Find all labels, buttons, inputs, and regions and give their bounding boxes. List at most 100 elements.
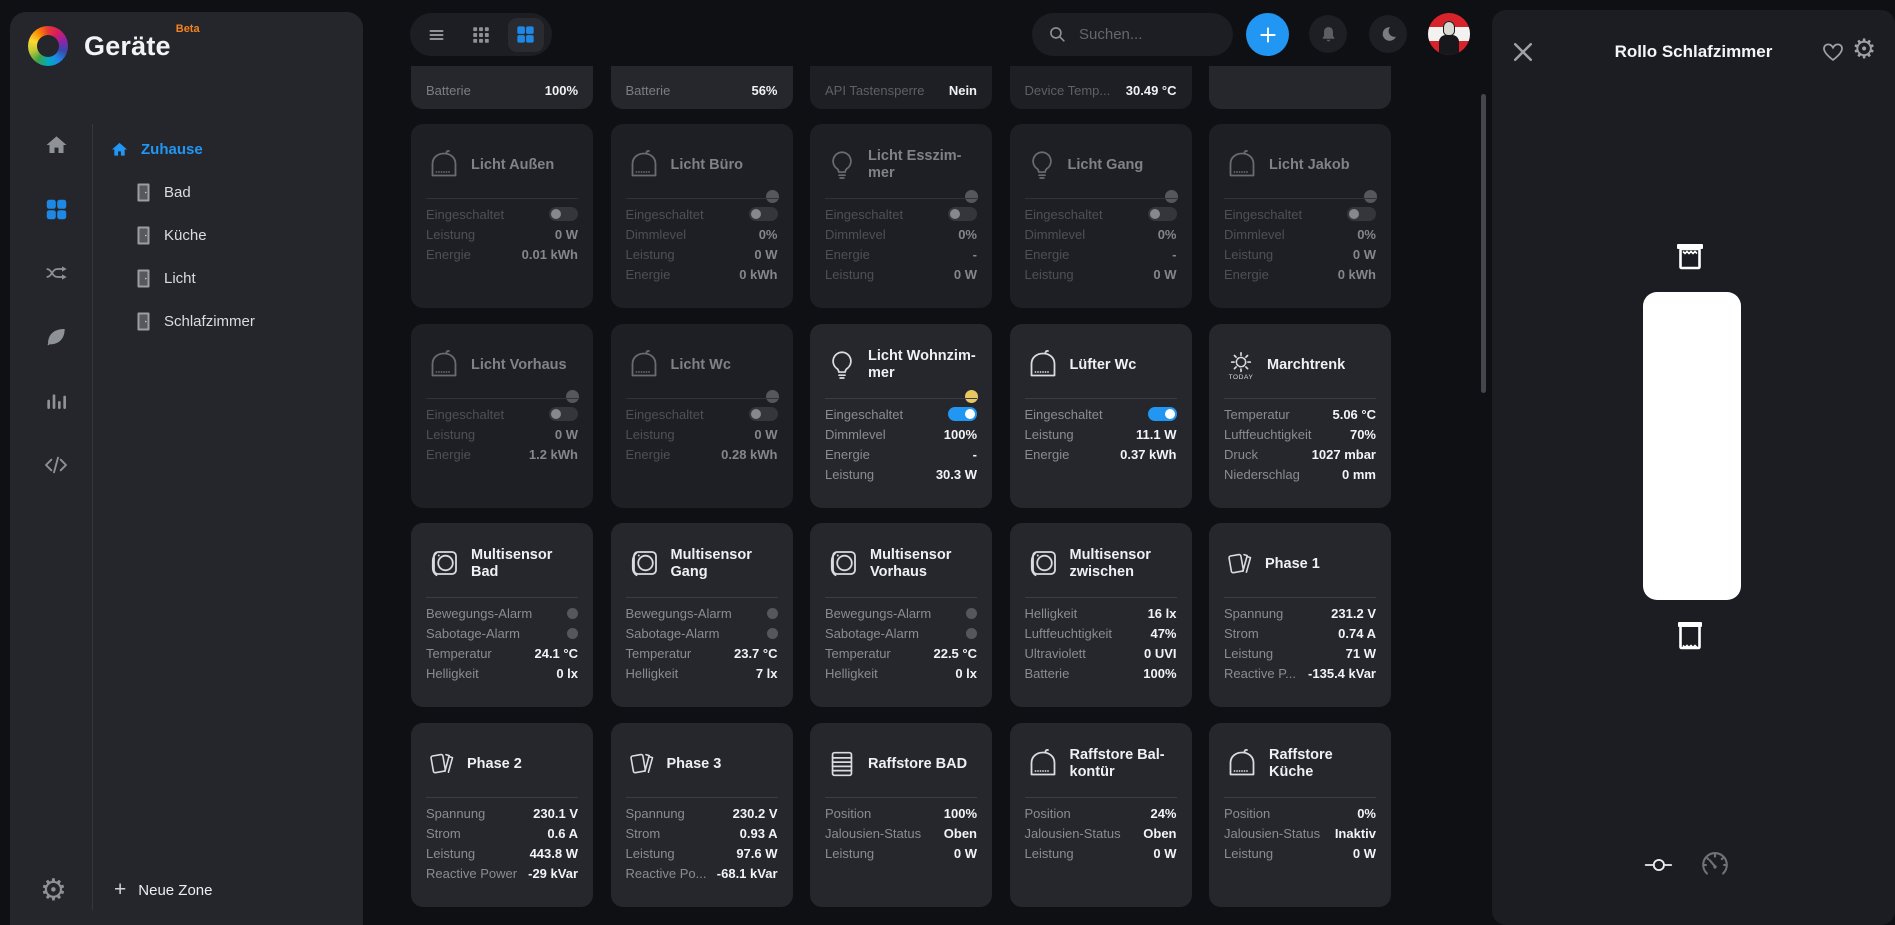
blind-closed-icon[interactable] [1675,620,1705,652]
nav-connections[interactable] [39,258,73,288]
device-title: Licht Gang [1067,156,1144,173]
device-card[interactable]: Licht Vorhaus Eingeschaltet Leistung 0 W En… [411,324,593,508]
row-label: Druck [1224,446,1258,462]
toggle-switch[interactable] [549,407,578,421]
row-label: Jalousien-Status [825,825,922,841]
device-status-dot [1164,190,1178,203]
device-card[interactable]: Raffstore Bal- kontür Position 24% Jalousi… [1009,723,1192,907]
zone-item-licht[interactable]: Licht [136,263,347,293]
toggle-switch[interactable] [549,207,578,221]
favorite-heart-icon[interactable] [1820,39,1846,65]
row-value: 100% [544,82,578,98]
card-divider [1224,398,1376,399]
shutter-position-slider[interactable] [1643,292,1741,600]
device-card[interactable]: Licht Wc Eingeschaltet Leistung 0 W Energie… [610,324,793,508]
sidebar-nav [34,130,78,480]
card-header: Phase 3 [626,737,780,791]
row-value: 0 W [1352,845,1376,861]
settings-gear-icon[interactable]: ⚙ [40,876,67,906]
card-row: Leistung 0 W [1224,244,1376,264]
toggle-switch[interactable] [1147,207,1177,221]
blind-open-icon[interactable] [1675,241,1705,273]
device-card[interactable]: Licht Gang Eingeschaltet Dimmlevel 0% Energ… [1009,124,1192,308]
card-header: Licht Büro [626,138,780,192]
row-label: Leistung [426,845,476,861]
row-label: Eingeschaltet [625,406,704,422]
card-divider [625,198,778,199]
nav-code[interactable] [39,450,73,480]
device-card[interactable]: Batterie 100% [411,66,593,109]
nav-statistics[interactable] [39,386,73,416]
card-row: Energie - [825,444,977,464]
toggle-switch[interactable] [748,207,778,221]
plus-icon: + [114,878,127,901]
device-card[interactable]: API Tastensperre Nein [810,66,992,109]
card-row: Eingeschaltet [825,404,977,424]
shelly-relay-icon [626,347,662,383]
zone-item-bad[interactable]: Bad [136,177,347,207]
weather-today-icon: TODAY [1224,350,1258,381]
device-card[interactable]: Phase 1 Spannung 231.2 V Strom 0.74 A Leistu… [1209,523,1391,707]
bulb-icon [825,347,859,383]
row-label: Batterie [1024,665,1070,681]
row-value: 230.1 V [533,805,578,821]
device-card[interactable]: Raffstore BAD Position 100% Jalousien-Stat… [810,723,992,907]
zone-item-kueche[interactable]: Küche [136,220,347,250]
device-card[interactable]: Batterie 56% [610,66,793,109]
row-value: Oben [943,825,977,841]
device-card[interactable]: Multisensor zwischen Helligkeit 16 lx Luft… [1009,523,1192,707]
device-card[interactable]: Licht Wohnzim- mer Eingeschaltet Dimmleve… [810,324,992,508]
card-header: Multisensor Gang [626,537,780,591]
row-label: Leistung [426,426,476,442]
card-row: Leistung 0 W [1025,843,1177,863]
device-card[interactable]: Licht Büro Eingeschaltet Dimmlevel 0% Leist… [610,124,793,308]
card-row: Energie - [825,244,977,264]
card-header: Licht Vorhaus [426,338,580,392]
row-label: Helligkeit [825,665,878,681]
device-card[interactable]: TODAY Marchtrenk Temperatur 5.06 °C Luftfe… [1209,324,1391,508]
device-card[interactable]: Licht Jakob Eingeschaltet Dimmlevel 0% Leis… [1209,124,1391,308]
toggle-switch[interactable] [948,407,977,421]
device-title: Phase 3 [666,755,722,772]
device-card[interactable] [1209,66,1391,109]
device-card[interactable]: Phase 2 Spannung 230.1 V Strom 0.6 A Leistun… [411,723,593,907]
nav-dashboard[interactable] [39,194,73,224]
nav-home[interactable] [39,130,73,160]
device-card[interactable]: Licht Außen Eingeschaltet Leistung 0 W Ener… [411,124,593,308]
toggle-switch[interactable] [1147,407,1177,421]
new-zone-button[interactable]: + Neue Zone [114,878,212,902]
card-rows: Eingeschaltet Leistung 11.1 W Energie 0.37 k… [1025,404,1177,464]
home-icon [111,142,128,156]
toggle-switch[interactable] [948,207,977,221]
settings-gear-icon[interactable]: ⚙ [1852,35,1876,65]
scrollbar-thumb[interactable] [1481,94,1486,393]
device-card[interactable]: Device Temp... 30.49 °C [1009,66,1192,109]
card-row: Batterie 100% [426,80,578,100]
row-label: Luftfeuchtigkeit [1224,426,1312,442]
gauge-icon[interactable] [1698,848,1732,882]
device-detail-panel: Rollo Schlafzimmer ⚙ [1492,10,1895,925]
device-title: Licht Wc [670,356,731,373]
zone-item-zuhause[interactable]: Zuhause [110,134,347,164]
card-row: Reactive Power -29 kVar [426,863,578,883]
toggle-switch[interactable] [748,407,778,421]
toggle-switch[interactable] [1347,207,1376,221]
zone-item-schlafzimmer[interactable]: Schlafzimmer [136,306,347,336]
row-value: 0 W [953,845,977,861]
nav-eco[interactable] [39,322,73,352]
row-label: Temperatur [825,645,891,661]
row-value: 23.7 °C [733,645,778,661]
device-card[interactable]: Multisensor Vorhaus Bewegungs-Alarm Sabot… [810,523,992,707]
device-card[interactable]: Phase 3 Spannung 230.2 V Strom 0.93 A Leistu… [610,723,793,907]
row-value: 24% [1150,805,1177,821]
device-card[interactable]: Multisensor Bad Bewegungs-Alarm Sabotage-… [411,523,593,707]
device-card[interactable]: Lüfter Wc Eingeschaltet Leistung 11.1 W Ene… [1009,324,1192,508]
device-card[interactable]: Multisensor Gang Bewegungs-Alarm Sabotage… [610,523,793,707]
card-rows: Eingeschaltet Dimmlevel 100% Energie - Leistu… [825,404,977,484]
slider-control-icon[interactable] [1644,856,1678,874]
device-card[interactable]: Licht Esszim- mer Eingeschaltet Dimmlevel… [810,124,992,308]
card-rows: Eingeschaltet Dimmlevel 0% Leistung 0 W Energ… [626,204,778,284]
sidebar: GeräteBeta ⚙ Zuhause Bad Küche Licht Sch… [10,12,363,925]
device-card[interactable]: Raffstore Küche Position 0% Jalousien-Stat… [1209,723,1391,907]
card-header: Licht Wohnzim- mer [825,338,979,392]
